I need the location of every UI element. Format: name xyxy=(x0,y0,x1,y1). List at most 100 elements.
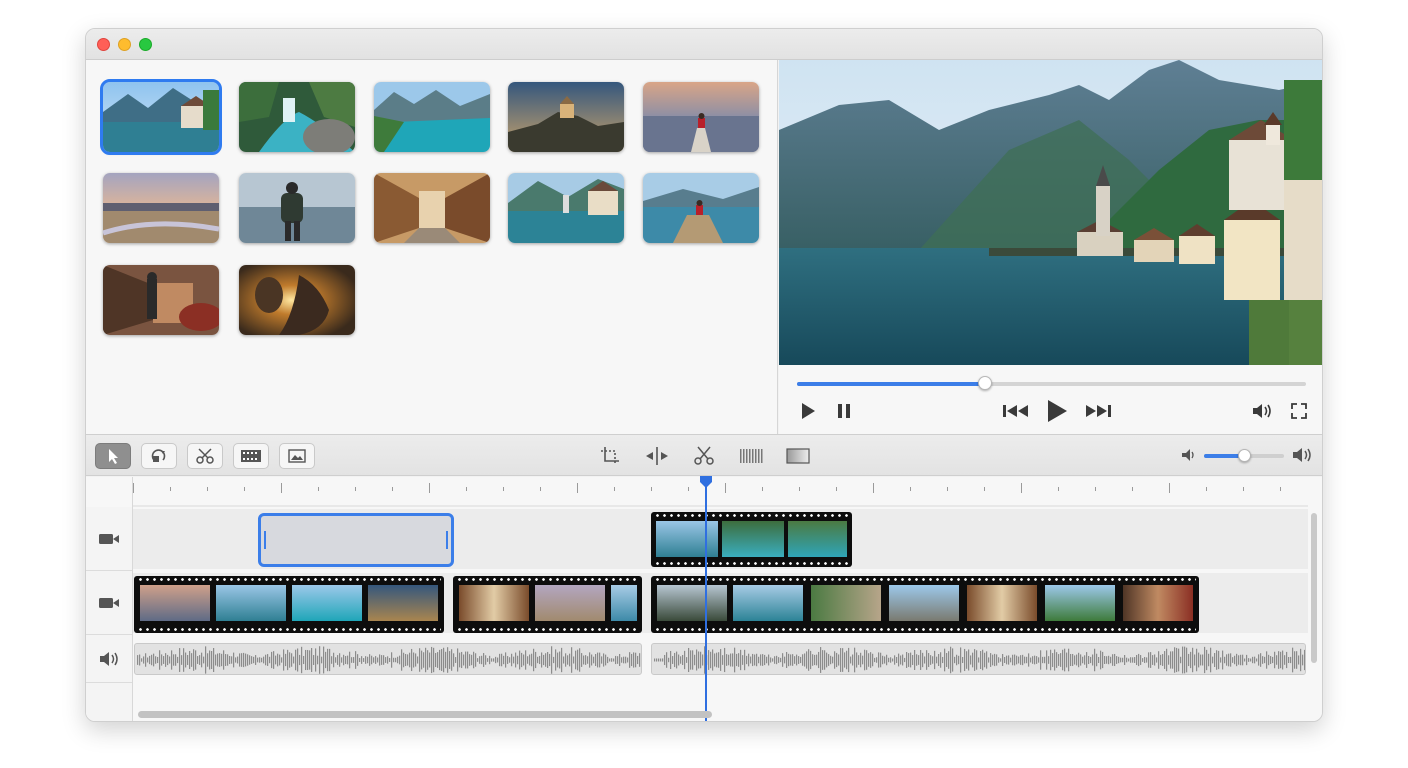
scissors-tool-button[interactable] xyxy=(187,443,223,469)
waveform-bar xyxy=(1166,648,1168,672)
waveform-bar xyxy=(794,656,796,664)
clip-frame xyxy=(292,585,362,621)
color-icon xyxy=(786,448,810,464)
rotate-icon xyxy=(151,449,166,462)
master-volume-slider[interactable] xyxy=(1204,449,1284,462)
main-clip-3[interactable] xyxy=(651,576,1199,633)
waveform-bar xyxy=(515,652,517,668)
waveform-bar xyxy=(539,655,541,665)
waveform-bar xyxy=(1028,653,1030,667)
waveform-bar xyxy=(581,653,583,667)
clip-thumbnail-hallstatt-lake[interactable] xyxy=(100,79,222,155)
waveform-bar xyxy=(273,651,275,669)
waveform-bar xyxy=(832,656,834,664)
film-tool-button[interactable] xyxy=(233,443,269,469)
waveform-bar xyxy=(335,657,337,663)
zoom-window-button[interactable] xyxy=(139,38,152,51)
crop-tool[interactable] xyxy=(597,444,623,468)
clip-thumbnail-city-street-traveler[interactable] xyxy=(103,265,219,335)
timeline-vertical-scrollbar[interactable] xyxy=(1311,513,1317,663)
cut-tool[interactable] xyxy=(691,444,717,468)
clip-thumbnail-castle-hill[interactable] xyxy=(508,82,624,152)
select-tool-button[interactable] xyxy=(95,443,131,469)
rotate-tool-button[interactable] xyxy=(141,443,177,469)
playback-scrubber-knob[interactable] xyxy=(978,376,993,390)
trim-handle-right[interactable] xyxy=(446,531,448,549)
clip-thumbnail-hand-sunflare[interactable] xyxy=(239,265,355,335)
waveform-bar xyxy=(545,653,547,667)
waveform-bar xyxy=(992,654,994,666)
waveform-bar xyxy=(433,647,435,673)
audio-track-header xyxy=(86,635,132,683)
waveform-bar xyxy=(938,653,940,667)
waveform-bar xyxy=(1232,657,1234,663)
master-volume-knob[interactable] xyxy=(1238,449,1251,462)
waveform-bar xyxy=(1200,654,1202,666)
image-tool-button[interactable] xyxy=(279,443,315,469)
clip-thumbnail-hiker-lake[interactable] xyxy=(239,173,355,243)
waveform-bar xyxy=(682,654,684,666)
main-clip-2[interactable] xyxy=(453,576,642,633)
overlay-clip[interactable] xyxy=(651,512,852,567)
color-tool[interactable] xyxy=(785,444,811,468)
clip-thumbnail-village-lakeside[interactable] xyxy=(508,173,624,243)
clip-thumbnail-wetland-sunset[interactable] xyxy=(103,173,219,243)
playback-scrubber[interactable] xyxy=(797,376,1306,390)
waveform-bar xyxy=(844,652,846,668)
waveform-bar xyxy=(1198,652,1200,668)
play-large-button[interactable] xyxy=(1043,400,1071,422)
waveform-bar xyxy=(1072,653,1074,667)
play-icon xyxy=(802,403,815,419)
waveform-bar xyxy=(1016,655,1018,665)
sprocket-top xyxy=(654,514,849,517)
waveform-bar xyxy=(525,650,527,670)
play-button[interactable] xyxy=(797,400,819,422)
waveform-bar xyxy=(1194,654,1196,666)
minimize-window-button[interactable] xyxy=(118,38,131,51)
main-clip-1[interactable] xyxy=(134,576,444,633)
fullscreen-button[interactable] xyxy=(1287,400,1311,422)
close-window-button[interactable] xyxy=(97,38,110,51)
clip-thumbnail-pier-sitting[interactable] xyxy=(643,173,759,243)
clip-thumbnail-turquoise-lake[interactable] xyxy=(374,82,490,152)
waveform-bar xyxy=(355,651,357,669)
waveform-bar xyxy=(501,653,503,667)
waveform-bar xyxy=(1018,656,1020,664)
playhead-handle[interactable] xyxy=(699,475,713,489)
audio-clip-2[interactable] xyxy=(651,643,1306,675)
trim-handle-left[interactable] xyxy=(264,531,266,549)
waveform-bar xyxy=(836,652,838,668)
skip-back-button[interactable] xyxy=(1001,400,1031,422)
waveform-bar xyxy=(1080,654,1082,666)
clip-thumbnail-mountain-river[interactable] xyxy=(239,82,355,152)
waveform-bar xyxy=(1052,653,1054,667)
waveform-bar xyxy=(531,653,533,667)
audio-clip-1[interactable] xyxy=(134,643,642,675)
play-large-icon xyxy=(1048,400,1067,422)
timeline-horizontal-scrollbar[interactable] xyxy=(138,711,712,718)
waveform-bar xyxy=(213,648,215,672)
selected-clip-placeholder[interactable] xyxy=(258,513,454,567)
waveform-bar xyxy=(323,646,325,674)
volume-button[interactable] xyxy=(1249,400,1275,422)
waveform-bar xyxy=(1126,657,1128,663)
audio-detach-tool[interactable] xyxy=(738,444,764,468)
clip-thumbnail-old-town-street[interactable] xyxy=(374,173,490,243)
waveform-bar xyxy=(537,656,539,664)
skip-forward-button[interactable] xyxy=(1083,400,1113,422)
waveform-bar xyxy=(177,656,179,664)
waveform-bar xyxy=(758,656,760,664)
waveform-bar xyxy=(595,654,597,666)
waveform-bar xyxy=(603,653,605,667)
waveform-bar xyxy=(926,650,928,670)
split-tool[interactable] xyxy=(644,444,670,468)
waveform-bar xyxy=(601,656,603,664)
clip-thumbnail-person-on-pier-sunset[interactable] xyxy=(643,82,759,152)
sprocket-top xyxy=(456,578,639,581)
waveform-bar xyxy=(267,654,269,666)
time-ruler[interactable] xyxy=(133,477,1308,507)
waveform-bar xyxy=(786,651,788,669)
waveform-bar xyxy=(367,656,369,664)
pause-button[interactable] xyxy=(833,400,855,422)
playhead-line[interactable] xyxy=(705,485,707,721)
